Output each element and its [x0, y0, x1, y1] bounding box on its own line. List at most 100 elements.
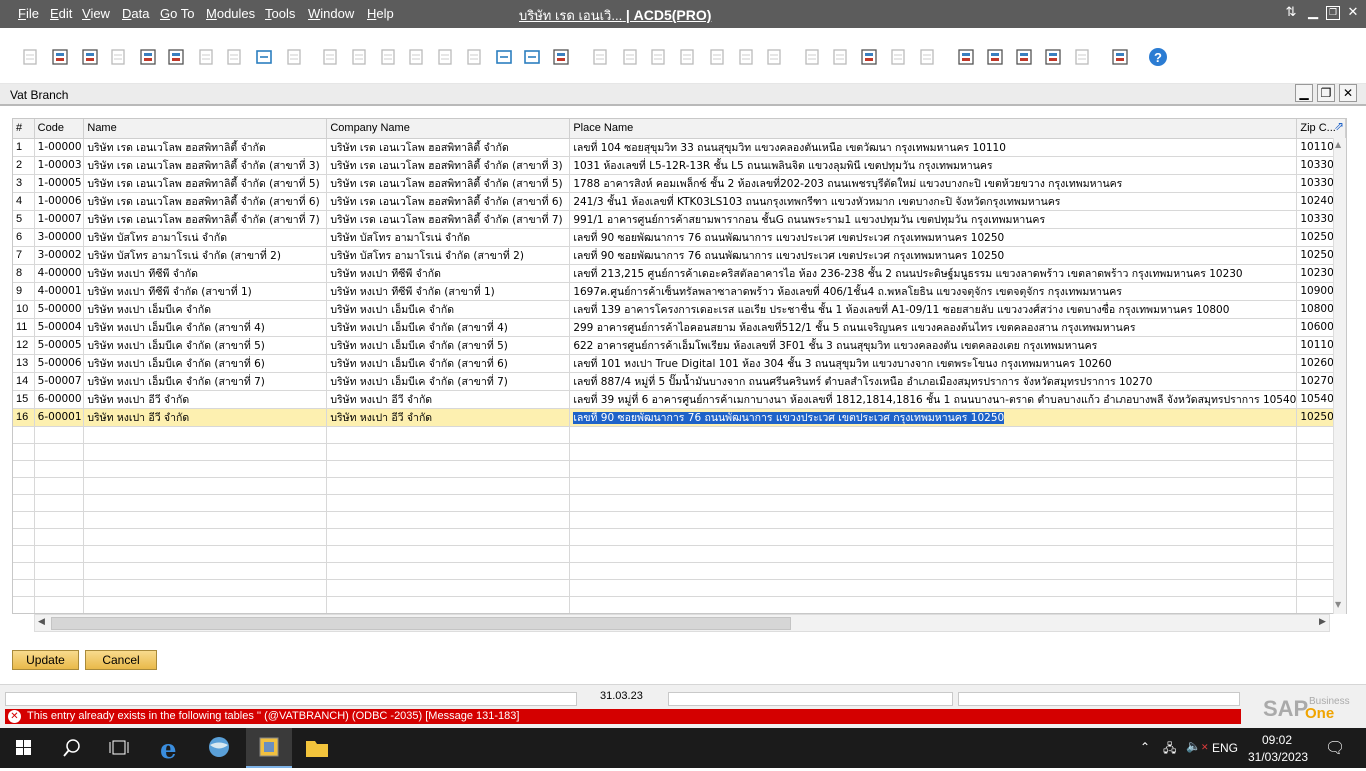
task-view-button[interactable] — [96, 728, 142, 768]
company-name-cell[interactable]: บริษัท บัสโทร อามาโรเน่ จำกัด (สาขาที่ 2… — [326, 246, 571, 265]
company-name-cell[interactable]: บริษัท เรด เอนเวโลพ ฮอสพิทาลิตี้ จำกัด (… — [326, 174, 571, 193]
lock-icon[interactable] — [284, 47, 304, 67]
place-name-cell[interactable]: 1788 อาคารสิงห์ คอมเพล็กซ์ ชั้น 2 ห้องเล… — [569, 174, 1298, 193]
menu-modules[interactable]: Modules — [206, 6, 255, 21]
table-row[interactable]: 3 1-00005 บริษัท เรด เอนเวโลพ ฮอสพิทาลิตี้… — [13, 174, 1346, 193]
place-name-cell[interactable]: เลขที่ 104 ซอยสุขุมวิท 33 ถนนสุขุมวิท แข… — [569, 138, 1298, 157]
empty-cell[interactable] — [569, 494, 1298, 512]
user-icon[interactable] — [1072, 47, 1092, 67]
name-cell[interactable]: บริษัท หงเปา เอ็มบีเค จำกัด (สาขาที่ 4) — [83, 318, 328, 337]
taskbar-sap-business-one[interactable] — [246, 728, 292, 768]
code-cell[interactable]: 5-00004 — [34, 318, 85, 337]
company-name-cell[interactable]: บริษัท หงเปา ทีซีพี จำกัด — [326, 264, 571, 283]
code-cell[interactable]: 5-00005 — [34, 336, 85, 355]
taskbar-internet-explorer[interactable]: e — [148, 728, 194, 768]
table-row[interactable]: 10 5-00000 บริษัท หงเปา เอ็มบีเค จำกัด บริษ… — [13, 300, 1346, 319]
empty-cell[interactable] — [13, 511, 35, 529]
place-name-cell[interactable]: 622 อาคารศูนย์การค้าเอ็มโพเรียม ห้องเลขท… — [569, 336, 1298, 355]
row-number[interactable]: 13 — [13, 354, 35, 373]
code-cell[interactable]: 1-00006 — [34, 192, 85, 211]
table-row[interactable]: 2 1-00003 บริษัท เรด เอนเวโลพ ฮอสพิทาลิตี้… — [13, 156, 1346, 175]
company-name-cell[interactable]: บริษัท เรด เอนเวโลพ ฮอสพิทาลิตี้ จำกัด (… — [326, 210, 571, 229]
empty-cell[interactable] — [13, 460, 35, 478]
empty-cell[interactable] — [326, 579, 571, 597]
menu-window[interactable]: Window — [308, 6, 354, 21]
expand-grid-icon[interactable]: ⇗ — [1332, 119, 1346, 133]
table-row[interactable]: 16 6-00001 บริษัท หงเปา อีวี จำกัด บริษัท ห… — [13, 408, 1346, 427]
message-icon[interactable] — [888, 47, 908, 67]
table-row[interactable]: 5 1-00007 บริษัท เรด เอนเวโลพ ฮอสพิทาลิตี้… — [13, 210, 1346, 229]
code-header[interactable]: Code — [34, 119, 85, 139]
calendar-icon[interactable] — [956, 47, 976, 67]
empty-cell[interactable] — [13, 545, 35, 563]
help-icon[interactable]: ? — [1148, 47, 1168, 67]
company-name-cell[interactable]: บริษัท เรด เอนเวโลพ ฮอสพิทาลิตี้ จำกัด (… — [326, 156, 571, 175]
empty-cell[interactable] — [34, 443, 85, 461]
empty-cell[interactable] — [326, 562, 571, 580]
empty-cell[interactable] — [569, 477, 1298, 495]
code-cell[interactable]: 4-00000 — [34, 264, 85, 283]
company-name-cell[interactable]: บริษัท บัสโทร อามาโรเน่ จำกัด — [326, 228, 571, 247]
code-cell[interactable]: 1-00003 — [34, 156, 85, 175]
place-name-cell[interactable]: 1031 ห้องเลขที่ L5-12R-13R ชั้น L5 ถนนเพ… — [569, 156, 1298, 175]
email-icon[interactable] — [80, 47, 100, 67]
toolbar-toggle-icon[interactable]: ⇅ — [1284, 6, 1298, 20]
table-row[interactable]: 8 4-00000 บริษัท หงเปา ทีซีพี จำกัด บริษัท … — [13, 264, 1346, 283]
company-name-cell[interactable]: บริษัท หงเปา เอ็มบีเค จำกัด (สาขาที่ 5) — [326, 336, 571, 355]
gross-profit-icon[interactable] — [707, 47, 727, 67]
name-cell[interactable]: บริษัท เรด เอนเวโลพ ฮอสพิทาลิตี้ จำกัด — [83, 138, 328, 157]
empty-cell[interactable] — [13, 613, 34, 614]
row-number[interactable]: 9 — [13, 282, 35, 301]
horizontal-scroll-thumb[interactable] — [51, 617, 791, 630]
empty-cell[interactable] — [326, 511, 571, 529]
empty-cell[interactable] — [83, 477, 328, 495]
empty-cell[interactable] — [326, 426, 571, 444]
empty-cell[interactable] — [569, 511, 1298, 529]
empty-cell[interactable] — [83, 562, 328, 580]
table-row[interactable]: 12 5-00005 บริษัท หงเปา เอ็มบีเค จำกัด (สา… — [13, 336, 1346, 355]
journal-icon[interactable] — [648, 47, 668, 67]
first-record-icon[interactable] — [378, 47, 398, 67]
empty-row[interactable] — [13, 545, 1346, 563]
menu-file[interactable]: File — [18, 6, 39, 21]
empty-cell[interactable] — [569, 579, 1298, 597]
row-number[interactable]: 16 — [13, 408, 35, 427]
excel-icon[interactable] — [166, 47, 186, 67]
row-number[interactable]: 12 — [13, 336, 35, 355]
taskbar-browser[interactable] — [196, 728, 242, 768]
name-cell[interactable]: บริษัท หงเปา ทีซีพี จำกัด (สาขาที่ 1) — [83, 282, 328, 301]
name-cell[interactable]: บริษัท หงเปา เอ็มบีเค จำกัด (สาขาที่ 7) — [83, 372, 328, 391]
network-icon[interactable]: 🖧 — [1163, 739, 1176, 760]
place-name-cell[interactable]: เลขที่ 90 ซอยพัฒนาการ 76 ถนนพัฒนาการ แขว… — [569, 246, 1298, 265]
move-icon[interactable] — [254, 47, 274, 67]
table-row[interactable]: 1 1-00000 บริษัท เรด เอนเวโลพ ฮอสพิทาลิตี้… — [13, 138, 1346, 157]
empty-cell[interactable] — [83, 511, 328, 529]
empty-cell[interactable] — [13, 443, 35, 461]
scroll-right-arrow-icon[interactable]: ▶ — [1319, 617, 1326, 627]
company-name-cell[interactable]: บริษัท หงเปา อีวี จำกัด — [326, 390, 571, 409]
empty-cell[interactable] — [34, 579, 85, 597]
code-cell[interactable]: 6-00001 — [34, 408, 85, 427]
table-row[interactable]: 7 3-00002 บริษัท บัสโทร อามาโรเน่ จำกัด (ส… — [13, 246, 1346, 265]
name-cell[interactable]: บริษัท หงเปา อีวี จำกัด — [83, 408, 328, 427]
empty-cell[interactable] — [326, 528, 571, 546]
edit-icon[interactable] — [802, 47, 822, 67]
binoculars-icon[interactable] — [320, 47, 340, 67]
menu-data[interactable]: Data — [122, 6, 149, 21]
layout-icon[interactable] — [736, 47, 756, 67]
empty-row[interactable] — [13, 426, 1346, 444]
empty-row[interactable] — [13, 477, 1346, 495]
company-name-cell[interactable]: บริษัท เรด เอนเวโลพ ฮอสพิทาลิตี้ จำกัด — [326, 138, 571, 157]
row-number[interactable]: 1 — [13, 138, 35, 157]
company-name-cell[interactable]: บริษัท หงเปา เอ็มบีเค จำกัด — [326, 300, 571, 319]
name-cell[interactable]: บริษัท เรด เอนเวโลพ ฮอสพิทาลิตี้ จำกัด (… — [83, 210, 328, 229]
empty-cell[interactable] — [13, 579, 35, 597]
empty-cell[interactable] — [326, 460, 571, 478]
name-cell[interactable]: บริษัท เรด เอนเวโลพ ฮอสพิทาลิตี้ จำกัด (… — [83, 174, 328, 193]
code-cell[interactable]: 5-00006 — [34, 354, 85, 373]
window-minimize-button[interactable]: ▁ — [1295, 84, 1313, 102]
company-name-cell[interactable]: บริษัท เรด เอนเวโลพ ฮอสพิทาลิตี้ จำกัด (… — [326, 192, 571, 211]
code-cell[interactable]: 3-00002 — [34, 246, 85, 265]
place-name-cell[interactable]: เลขที่ 213,215 ศูนย์การค้าเดอะคริสตัลอาค… — [569, 264, 1298, 283]
empty-cell[interactable] — [569, 545, 1298, 563]
